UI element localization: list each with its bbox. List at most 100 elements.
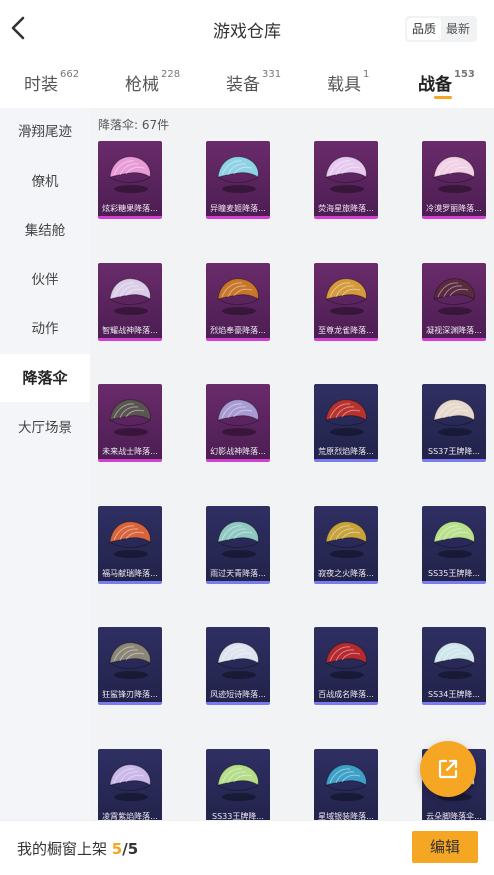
parachute-item[interactable]: 凝视深渊降落... [422, 263, 486, 341]
sidebar-item-companion[interactable]: 伙伴 [0, 256, 90, 304]
parachute-item[interactable]: 百战成名降落... [314, 627, 378, 705]
parachute-name: SS35王牌降... [428, 569, 480, 578]
parachute-name: SS37王牌降... [428, 447, 480, 456]
parachute-thumbnail [433, 521, 475, 558]
parachute-thumbnail [325, 156, 367, 193]
parachute-name: 至尊龙雀降落... [318, 326, 374, 335]
parachute-item[interactable]: 风迹短诗降落... [206, 627, 270, 705]
tab-label: 枪械 [125, 75, 159, 95]
share-external-icon [438, 759, 458, 779]
parachute-thumbnail [325, 399, 367, 436]
parachute-name: 凝视深渊降落... [426, 326, 482, 335]
sidebar-item-rally-pod[interactable]: 集结舱 [0, 207, 90, 255]
sort-option-newest[interactable]: 最新 [441, 18, 475, 40]
parachute-name: 福马献瑞降落... [102, 569, 158, 578]
showcase-count: 5 [111, 840, 123, 858]
parachute-thumbnail [433, 278, 475, 315]
sort-toggle[interactable]: 品质 最新 [405, 16, 477, 42]
parachute-thumbnail [325, 521, 367, 558]
tab-fashion[interactable]: 时装662 [24, 69, 80, 95]
parachute-item[interactable]: 星域银装降落... [314, 749, 378, 820]
tab-guns[interactable]: 枪械228 [125, 69, 181, 95]
parachute-item[interactable]: 冷漠罗丽降落... [422, 141, 486, 219]
tab-label: 载具 [327, 75, 361, 95]
parachute-thumbnail [217, 521, 259, 558]
sidebar-item-wingman[interactable]: 僚机 [0, 158, 90, 206]
parachute-item[interactable]: 智耀战神降落... [98, 263, 162, 341]
showcase-status: 我的橱窗上架 5/5 [17, 838, 138, 859]
parachute-thumbnail [217, 278, 259, 315]
tab-count: 331 [262, 69, 282, 80]
parachute-name: 智耀战神降落... [102, 326, 158, 335]
edit-button[interactable]: 编辑 [412, 831, 478, 863]
parachute-thumbnail [325, 278, 367, 315]
parachute-name: SS34王牌降... [428, 690, 480, 699]
active-tab-indicator [434, 96, 452, 99]
parachute-item[interactable]: 寂夜之火降落... [314, 506, 378, 584]
parachute-name: 未来战士降落... [102, 447, 158, 456]
parachute-item[interactable]: 荧海星旅降落... [314, 141, 378, 219]
item-grid: 降落伞: 67件 炫彩糖果降落... 异瞳麦姬降落... 荧海星旅降落... 冷漠罗丽… [90, 108, 494, 820]
parachute-name: 荒原烈焰降落... [318, 447, 374, 456]
sort-option-quality[interactable]: 品质 [407, 18, 441, 40]
tab-count: 662 [60, 69, 80, 80]
parachute-thumbnail [109, 278, 151, 315]
tab-count: 228 [161, 69, 181, 80]
parachute-item[interactable]: 异瞳麦姬降落... [206, 141, 270, 219]
parachute-thumbnail [325, 642, 367, 679]
showcase-label: 我的橱窗上架 [17, 840, 108, 858]
sidebar-item-parachute[interactable]: 降落伞 [0, 354, 90, 402]
parachute-item[interactable]: 至尊龙雀降落... [314, 263, 378, 341]
parachute-item[interactable]: 未来战士降落... [98, 384, 162, 462]
parachute-name: 狂鲨锋刃降落... [102, 690, 158, 699]
parachute-thumbnail [325, 764, 367, 801]
parachute-name: SS33王牌降... [212, 812, 264, 820]
parachute-name: 异瞳麦姬降落... [210, 204, 266, 213]
parachute-thumbnail [217, 156, 259, 193]
category-tabs: 时装662 枪械228 装备331 载具1 战备153 [0, 60, 494, 106]
parachute-item[interactable]: 炫彩糖果降落... [98, 141, 162, 219]
parachute-thumbnail [433, 156, 475, 193]
parachute-item[interactable]: 狂鲨锋刃降落... [98, 627, 162, 705]
tab-label: 时装 [24, 75, 58, 95]
tab-count: 1 [363, 69, 370, 80]
parachute-thumbnail [217, 399, 259, 436]
parachute-name: 幻影战神降落... [210, 447, 266, 456]
parachute-name: 百战成名降落... [318, 690, 374, 699]
parachute-name: 荧海星旅降落... [318, 204, 374, 213]
parachute-item[interactable]: SS34王牌降... [422, 627, 486, 705]
parachute-thumbnail [433, 399, 475, 436]
parachute-name: 云朵脚降落伞... [426, 812, 482, 820]
parachute-item[interactable]: 凌霄紫焰降落... [98, 749, 162, 820]
sidebar: 滑翔尾迹 僚机 集结舱 伙伴 动作 降落伞 大厅场景 [0, 108, 90, 820]
showcase-total: /5 [122, 840, 139, 858]
parachute-name: 炫彩糖果降落... [102, 204, 158, 213]
parachute-name: 星域银装降落... [318, 812, 374, 820]
parachute-name: 寂夜之火降落... [318, 569, 374, 578]
tab-label: 装备 [226, 75, 260, 95]
parachute-item[interactable]: 雨过天青降落... [206, 506, 270, 584]
sidebar-item-emote[interactable]: 动作 [0, 305, 90, 353]
sidebar-item-lobby-scene[interactable]: 大厅场景 [0, 404, 90, 452]
tab-count: 153 [454, 69, 475, 80]
parachute-item[interactable]: SS35王牌降... [422, 506, 486, 584]
parachute-item[interactable]: SS33王牌降... [206, 749, 270, 820]
parachute-thumbnail [433, 642, 475, 679]
parachute-name: 冷漠罗丽降落... [426, 204, 482, 213]
parachute-item[interactable]: 烈焰奉豪降落... [206, 263, 270, 341]
share-button[interactable] [420, 741, 476, 797]
parachute-thumbnail [217, 764, 259, 801]
tab-vehicles[interactable]: 载具1 [327, 69, 370, 95]
parachute-thumbnail [109, 642, 151, 679]
parachute-name: 凌霄紫焰降落... [102, 812, 158, 820]
parachute-item[interactable]: 荒原烈焰降落... [314, 384, 378, 462]
parachute-item[interactable]: 福马献瑞降落... [98, 506, 162, 584]
tab-equipment[interactable]: 装备331 [226, 69, 282, 95]
parachute-name: 雨过天青降落... [210, 569, 266, 578]
tab-combat-gear[interactable]: 战备153 [418, 69, 475, 95]
parachute-item[interactable]: 幻影战神降落... [206, 384, 270, 462]
header: 游戏仓库 品质 最新 [0, 0, 494, 58]
sidebar-item-glide-trail[interactable]: 滑翔尾迹 [0, 108, 90, 156]
parachute-thumbnail [109, 399, 151, 436]
parachute-item[interactable]: SS37王牌降... [422, 384, 486, 462]
